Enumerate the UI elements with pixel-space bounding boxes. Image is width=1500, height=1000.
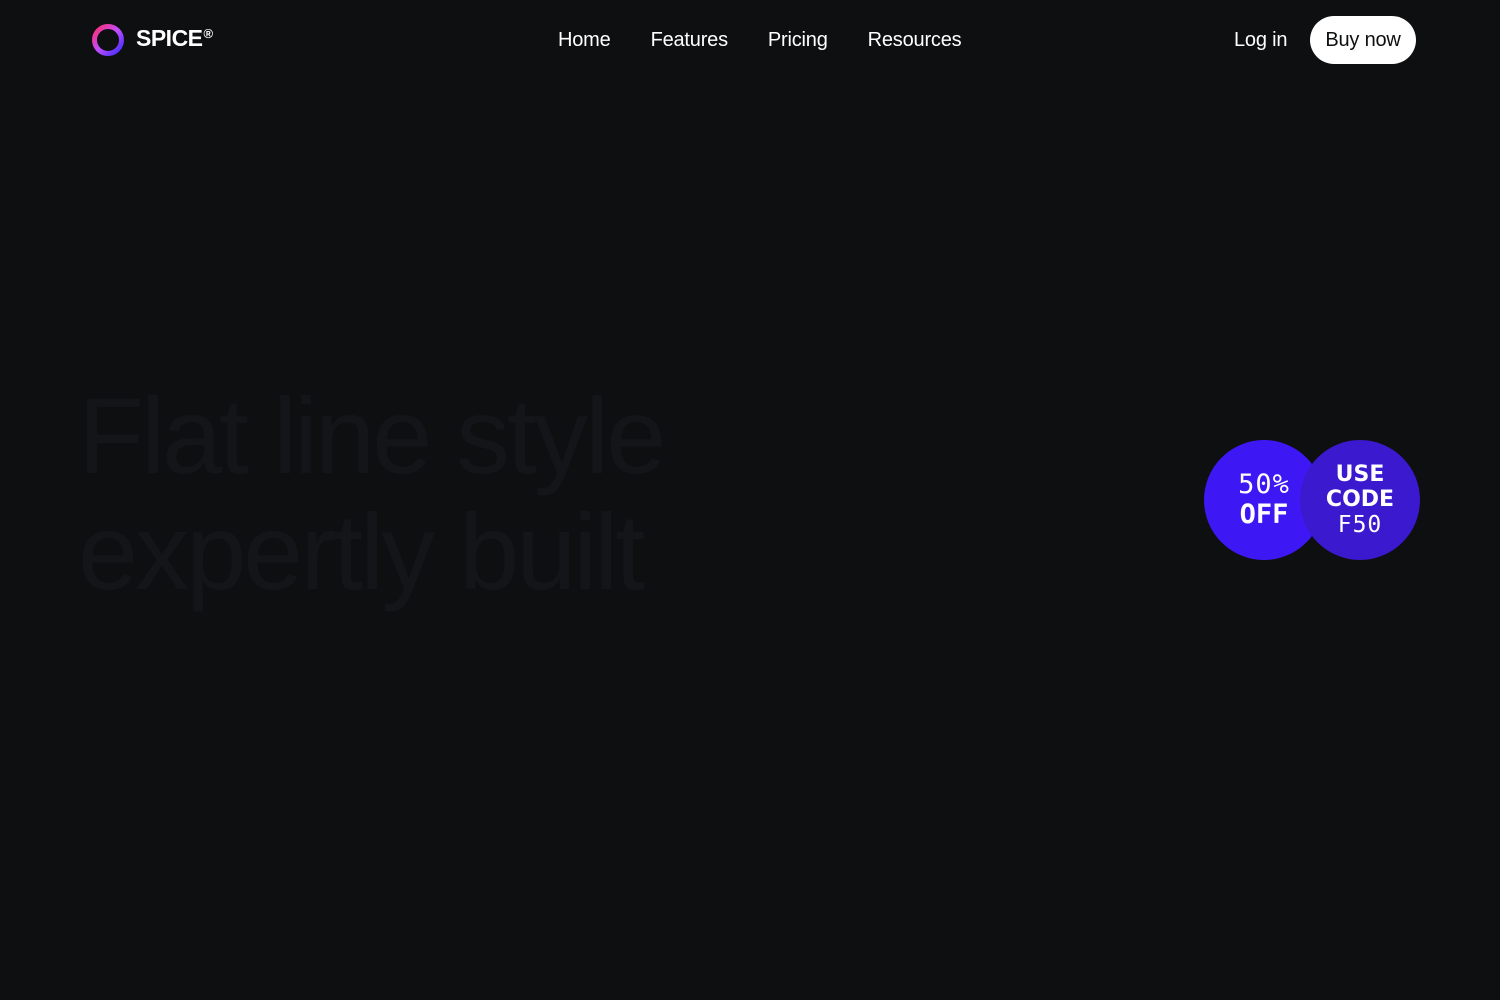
hero-title-line-2: expertly built — [78, 491, 645, 612]
hero-title-line-1: Flat line style — [78, 375, 666, 496]
hero-title: Flat line style expertly built — [78, 378, 778, 610]
nav-item-home[interactable]: Home — [558, 24, 611, 56]
promo-code-label: CODE — [1325, 486, 1395, 512]
landing-page: SPICE® Home Features Pricing Resources L… — [0, 0, 1500, 1000]
nav-item-pricing[interactable]: Pricing — [768, 24, 828, 56]
discount-off-label: OFF — [1239, 499, 1289, 530]
buy-now-button[interactable]: Buy now — [1310, 16, 1416, 64]
nav-item-features[interactable]: Features — [651, 24, 729, 56]
nav-item-resources[interactable]: Resources — [868, 24, 962, 56]
ring-gradient-logo-icon — [92, 24, 124, 56]
site-header: SPICE® Home Features Pricing Resources L… — [0, 0, 1500, 80]
registered-mark: ® — [203, 26, 214, 41]
promo-code-badge: USE CODE F50 — [1300, 440, 1420, 560]
brand-name: SPICE® — [136, 25, 214, 51]
main-nav: Home Features Pricing Resources — [558, 24, 962, 56]
promo-use-label: USE — [1335, 461, 1385, 487]
discount-percent: 50% — [1238, 469, 1290, 500]
login-link[interactable]: Log in — [1234, 24, 1287, 56]
promo-code-value: F50 — [1337, 511, 1383, 538]
brand-logo-link[interactable]: SPICE® — [91, 23, 213, 57]
